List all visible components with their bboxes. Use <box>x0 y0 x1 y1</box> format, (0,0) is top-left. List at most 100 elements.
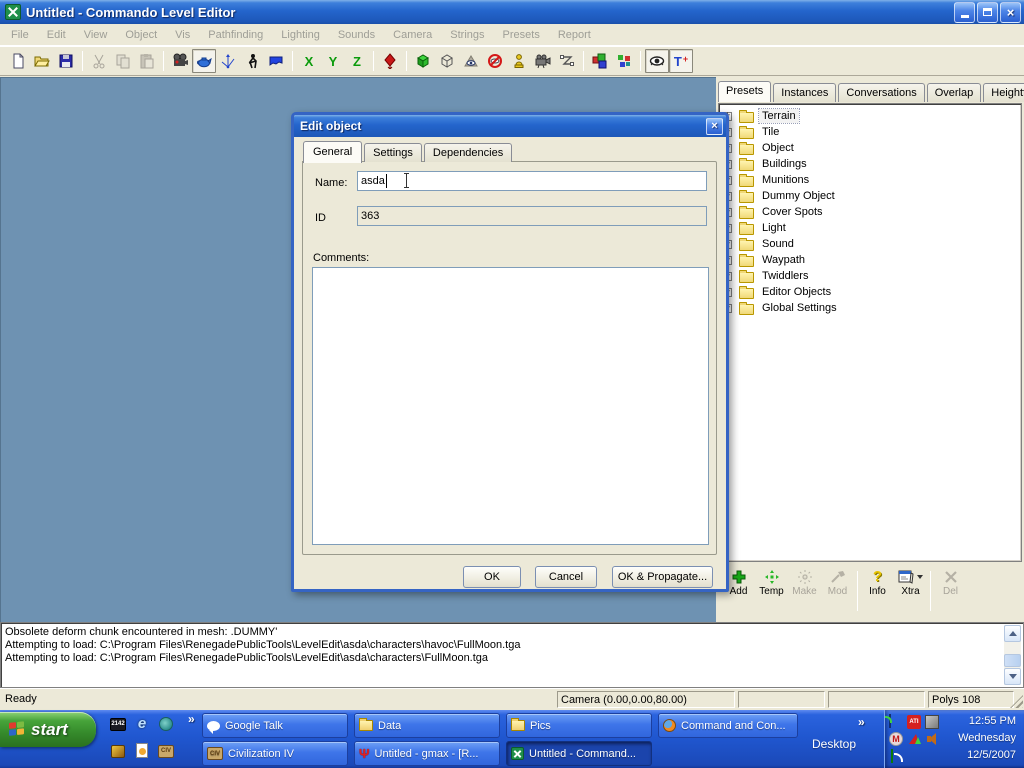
dialog-close-button[interactable]: × <box>706 118 723 135</box>
tree-item[interactable]: + Twiddlers <box>723 268 1021 284</box>
menu-item[interactable]: Object <box>116 26 166 44</box>
comments-textarea[interactable] <box>312 267 709 545</box>
panel-tab[interactable]: Overlap <box>927 83 982 102</box>
task-data-folder[interactable]: Data <box>354 713 500 738</box>
minimize-button[interactable] <box>954 2 975 23</box>
pawn-button[interactable] <box>507 49 531 73</box>
tree-item[interactable]: + Dummy Object <box>723 188 1021 204</box>
projector-button[interactable] <box>531 49 555 73</box>
camera-mode-button[interactable] <box>168 49 192 73</box>
task-gmax[interactable]: ΨUntitled - gmax - [R... <box>354 741 500 766</box>
solid-view-button[interactable] <box>411 49 435 73</box>
scroll-up-button[interactable] <box>1004 625 1021 642</box>
tree-item[interactable]: + Terrain <box>723 108 1021 124</box>
menu-item[interactable]: Sounds <box>329 26 384 44</box>
bf2142-icon[interactable]: 2142 <box>110 716 126 732</box>
panel-tab[interactable]: Instances <box>773 83 836 102</box>
waypath-button[interactable] <box>264 49 288 73</box>
log-scrollbar[interactable] <box>1004 625 1021 685</box>
xtra-dropdown-icon[interactable] <box>917 575 923 579</box>
quick-launch-overflow-chevron[interactable]: » <box>188 712 195 726</box>
axis-y-button[interactable]: Y <box>321 49 345 73</box>
open-button[interactable] <box>30 49 54 73</box>
tree-item[interactable]: + Cover Spots <box>723 204 1021 220</box>
close-button[interactable]: × <box>1000 2 1021 23</box>
make-button[interactable]: Make <box>788 567 821 597</box>
warcraft-icon[interactable] <box>110 743 126 759</box>
dialog-tab[interactable]: Settings <box>364 143 422 162</box>
panel-tab[interactable]: Presets <box>718 81 771 102</box>
panel-tab[interactable]: Heightfield <box>983 83 1024 102</box>
ok-propagate-button[interactable]: OK & Propagate... <box>612 566 713 588</box>
drop-to-ground-button[interactable] <box>378 49 402 73</box>
tree-item[interactable]: + Buildings <box>723 156 1021 172</box>
panel-tab[interactable]: Conversations <box>838 83 924 102</box>
menu-item[interactable]: Edit <box>38 26 75 44</box>
task-google-talk[interactable]: Google Talk <box>202 713 348 738</box>
maximize-button[interactable] <box>977 2 998 23</box>
menu-item[interactable]: Lighting <box>272 26 329 44</box>
toggle-labels-button[interactable]: T+ <box>669 49 693 73</box>
ok-button[interactable]: OK <box>463 566 521 588</box>
polygon-tool-button[interactable] <box>555 49 579 73</box>
xtra-button[interactable]: Xtra <box>894 567 927 597</box>
messenger-tray-icon[interactable]: M <box>889 732 903 746</box>
globe-icon[interactable] <box>158 716 174 732</box>
info-button[interactable]: ? Info <box>861 567 894 597</box>
del-button[interactable]: Del <box>934 567 967 597</box>
tree-item[interactable]: + Object <box>723 140 1021 156</box>
tree-item[interactable]: + Light <box>723 220 1021 236</box>
new-file-button[interactable] <box>6 49 30 73</box>
vis-disable-button[interactable] <box>483 49 507 73</box>
tree-item[interactable]: + Munitions <box>723 172 1021 188</box>
wireframe-view-button[interactable] <box>435 49 459 73</box>
menu-item[interactable]: Pathfinding <box>199 26 272 44</box>
mod-button[interactable]: Mod <box>821 567 854 597</box>
tree-item[interactable]: + Editor Objects <box>723 284 1021 300</box>
paste-button[interactable] <box>135 49 159 73</box>
device-tray-icon[interactable] <box>925 715 939 729</box>
task-command-and-conquer[interactable]: Command and Con... <box>658 713 798 738</box>
scrollbar-thumb[interactable] <box>1004 654 1021 667</box>
ati-tray-icon[interactable]: ATI <box>907 715 921 729</box>
temp-button[interactable]: Temp <box>755 567 788 597</box>
network-monitor-icon[interactable] <box>889 714 891 728</box>
tree-item[interactable]: + Global Settings <box>723 300 1021 316</box>
cut-button[interactable] <box>87 49 111 73</box>
task-pics-folder[interactable]: Pics <box>506 713 652 738</box>
task-commando-editor[interactable]: Untitled - Command... <box>506 741 652 766</box>
vis-points-button[interactable] <box>459 49 483 73</box>
rotate-mode-button[interactable] <box>216 49 240 73</box>
dialog-tab[interactable]: Dependencies <box>424 143 512 162</box>
menu-item[interactable]: File <box>2 26 38 44</box>
group-objects-button[interactable] <box>588 49 612 73</box>
menu-item[interactable]: Vis <box>166 26 199 44</box>
wireless-icon[interactable] <box>891 749 893 763</box>
menu-item[interactable]: View <box>75 26 117 44</box>
object-mode-button[interactable] <box>192 49 216 73</box>
start-button[interactable]: start <box>0 712 96 747</box>
save-button[interactable] <box>54 49 78 73</box>
menu-item[interactable]: Strings <box>441 26 493 44</box>
menu-item[interactable]: Presets <box>494 26 549 44</box>
tree-item[interactable]: + Tile <box>723 124 1021 140</box>
scroll-down-button[interactable] <box>1004 668 1021 685</box>
task-civilization-iv[interactable]: CIVCivilization IV <box>202 741 348 766</box>
dialog-tab[interactable]: General <box>303 141 362 163</box>
civilization-icon[interactable]: CIV <box>158 743 174 759</box>
cancel-button[interactable]: Cancel <box>535 566 597 588</box>
document-icon[interactable] <box>134 742 150 758</box>
copy-button[interactable] <box>111 49 135 73</box>
taskbar-overflow-chevron[interactable]: » <box>858 715 865 729</box>
name-input[interactable] <box>357 171 707 191</box>
internet-explorer-icon[interactable]: e <box>134 715 150 731</box>
axis-x-button[interactable]: X <box>297 49 321 73</box>
toggle-visibility-button[interactable] <box>645 49 669 73</box>
menu-item[interactable]: Camera <box>384 26 441 44</box>
axis-z-button[interactable]: Z <box>345 49 369 73</box>
walk-mode-button[interactable] <box>240 49 264 73</box>
menu-item[interactable]: Report <box>549 26 600 44</box>
ungroup-objects-button[interactable] <box>612 49 636 73</box>
tree-item[interactable]: + Waypath <box>723 252 1021 268</box>
desktop-toolbar-label[interactable]: Desktop <box>812 737 856 751</box>
